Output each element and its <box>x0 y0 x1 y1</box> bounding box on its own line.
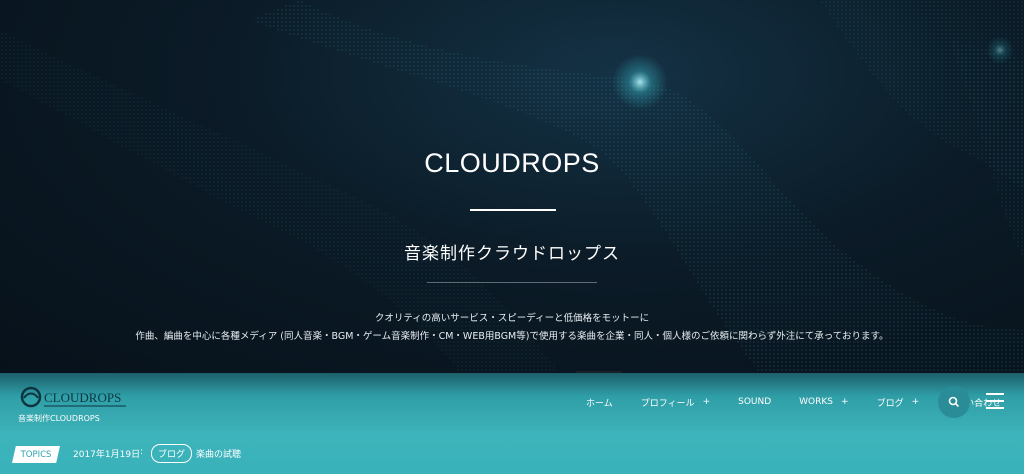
logo-text: CLOUDROPS <box>44 390 121 405</box>
submenu-plus-icon[interactable]: + <box>841 397 849 407</box>
search-icon <box>948 396 960 408</box>
nav-item-blog[interactable]: ブログ + <box>863 396 934 409</box>
nav-item-home[interactable]: ホーム <box>572 396 627 409</box>
nav-item-label: ホーム <box>586 398 613 409</box>
hero-subtitle-divider <box>427 282 597 283</box>
topics-date: 2017年1月19日 <box>73 450 141 460</box>
hero-banner: CLOUDROPS 音楽制作クラウドロップス クオリティの高いサービス・スピーデ… <box>0 0 1024 373</box>
logo-subtitle: 音楽制作CLOUDROPS <box>18 414 100 423</box>
hero-subtitle: 音楽制作クラウドロップス <box>404 244 620 264</box>
nav-item-label: ブログ <box>876 398 904 409</box>
hero-description-line-1: クオリティの高いサービス・スピーディーと低価格をモットーに <box>374 313 650 324</box>
nav-item-label: SOUND <box>738 397 772 407</box>
nav-item-label: WORKS <box>799 397 834 407</box>
submenu-plus-icon[interactable]: + <box>912 397 920 407</box>
topics-post-link[interactable]: 楽曲の試聴 <box>196 447 241 460</box>
nav-item-profile[interactable]: プロフィール + <box>627 396 724 409</box>
site-header: CLOUDROPS 音楽制作CLOUDROPS ホーム プロフィール + SOU… <box>0 373 1024 431</box>
hero-title: CLOUDROPS <box>424 148 600 178</box>
topics-category-tag[interactable]: ブログ <box>151 444 193 463</box>
site-logo[interactable]: CLOUDROPS <box>20 384 130 410</box>
hero-description: クオリティの高いサービス・スピーディーと低価格をモットーに 作曲、編曲を中心に各… <box>0 310 1024 346</box>
nav-item-label: プロフィール <box>640 398 695 409</box>
hero-description-line-2: 作曲、編曲を中心に各種メディア (同人音楽・BGM・ゲーム音楽制作・CM・WEB… <box>135 331 889 342</box>
topics-bar: TOPICS 2017年1月19日 : ブログ 楽曲の試聴 <box>0 431 1024 474</box>
nav-item-works[interactable]: WORKS + <box>785 397 862 407</box>
hamburger-menu-icon[interactable] <box>986 393 1004 409</box>
hero-title-divider <box>470 209 556 211</box>
topics-separator: : <box>140 447 144 457</box>
submenu-plus-icon[interactable]: + <box>703 397 711 407</box>
search-button[interactable] <box>938 386 970 418</box>
topics-badge: TOPICS <box>12 446 60 463</box>
nav-item-sound[interactable]: SOUND <box>724 397 785 407</box>
